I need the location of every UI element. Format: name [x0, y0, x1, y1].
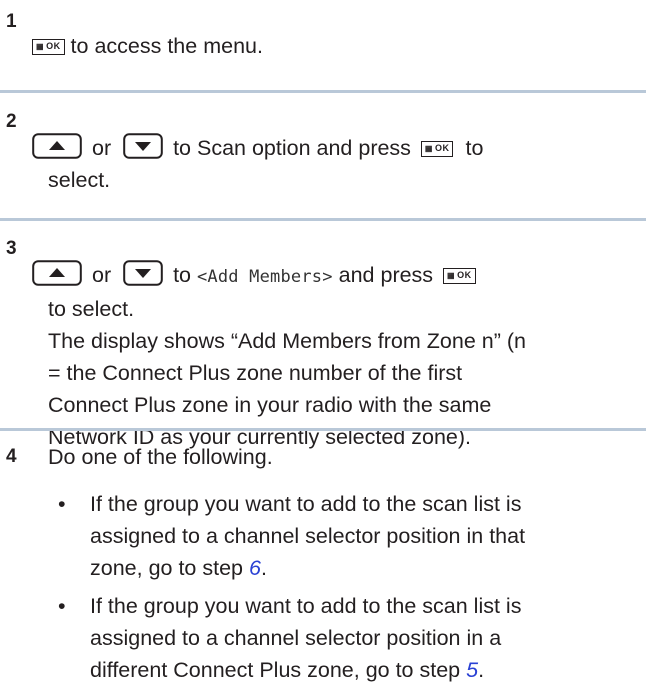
option-list: • If the group you want to add to the sc… — [48, 488, 646, 686]
step-6-link[interactable]: 6 — [249, 556, 261, 580]
step-1: 1 ▦ OK to access the menu. — [0, 11, 646, 62]
menu-item-add-members: <Add Members> — [197, 267, 333, 287]
step-text: to access the menu. — [70, 34, 263, 58]
description-line: Connect Plus zone in your radio with the… — [48, 393, 492, 417]
step-3: 3 or to <Add Members> and press ▦ OK to s… — [0, 237, 646, 453]
bullet: • — [58, 492, 66, 516]
divider — [0, 428, 646, 431]
menu-ok-key-icon: ▦ OK — [443, 268, 476, 284]
menu-ok-key-icon: ▦ OK — [32, 39, 65, 55]
step-text: select. — [48, 168, 111, 192]
step-text: to select. — [48, 297, 135, 321]
step-number: 3 — [6, 238, 17, 259]
step-number: 1 — [6, 11, 17, 32]
divider — [0, 218, 646, 221]
document-page: { "keys": { "ok_label": "OK", "grid_glyp… — [0, 0, 646, 682]
bullet: • — [58, 594, 66, 618]
down-arrow-key-icon — [123, 133, 163, 159]
list-item: • If the group you want to add to the sc… — [48, 590, 646, 686]
step-text: Do one of the following. — [48, 445, 273, 469]
step-number: 2 — [6, 111, 17, 132]
menu-ok-key-icon: ▦ OK — [420, 141, 454, 157]
list-item: • If the group you want to add to the sc… — [48, 488, 646, 584]
up-arrow-key-icon — [32, 133, 82, 159]
up-arrow-key-icon — [32, 260, 82, 286]
step-5-link[interactable]: 5 — [466, 658, 478, 682]
divider — [0, 90, 646, 93]
step-4: 4 Do one of the following. • If the grou… — [0, 441, 646, 686]
step-number: 4 — [6, 446, 17, 467]
description-line: = the Connect Plus zone number of the fi… — [48, 361, 463, 385]
down-arrow-key-icon — [123, 260, 163, 286]
step-2: 2 or to Scan option and press ▦ OK to sel… — [0, 110, 646, 196]
description-line: The display shows “Add Members from Zone… — [48, 329, 526, 353]
